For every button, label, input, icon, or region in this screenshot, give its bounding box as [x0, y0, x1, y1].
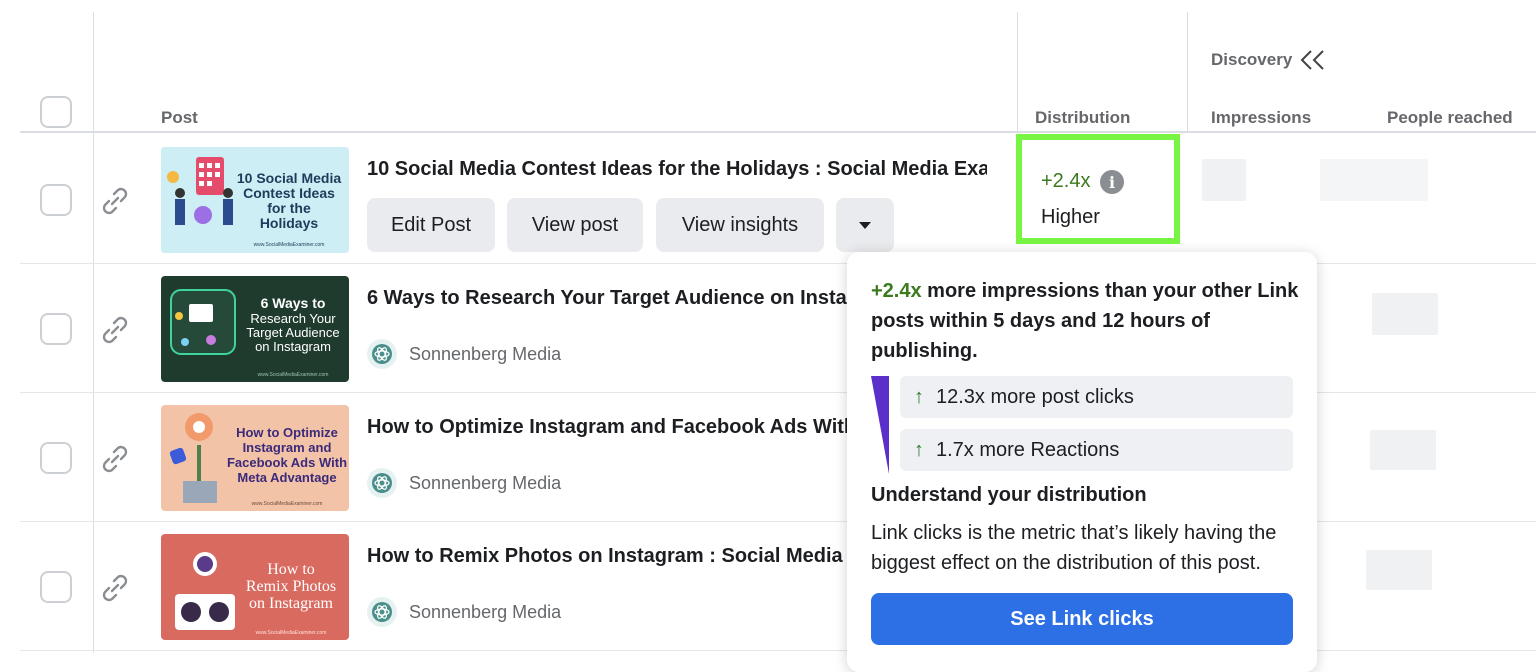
people-reached-value [1320, 159, 1428, 201]
thumbnail-text: How to [267, 561, 315, 578]
people-reached-value [1366, 550, 1432, 590]
metric-reactions: ↑ 1.7x more Reactions [900, 429, 1293, 471]
distribution-popover: +2.4x more impressions than your other L… [847, 252, 1317, 672]
row-checkbox[interactable] [40, 571, 72, 603]
edit-post-button[interactable]: Edit Post [367, 198, 495, 252]
page-logo-icon [367, 468, 397, 498]
column-header-people-reached[interactable]: People reached [1387, 108, 1513, 128]
post-title[interactable]: 6 Ways to Research Your Target Audience … [367, 287, 849, 310]
thumbnail-text: on Instagram [255, 339, 331, 354]
column-header-distribution[interactable]: Distribution [1035, 108, 1130, 128]
distribution-label: Higher [1041, 206, 1100, 228]
column-divider [1187, 12, 1188, 132]
column-group-discovery: Discovery [1211, 50, 1293, 69]
see-link-clicks-button[interactable]: See Link clicks [871, 593, 1293, 645]
thumbnail-text: on Instagram [249, 595, 334, 612]
column-divider [1017, 12, 1018, 132]
thumbnail-text: Meta Advantage [237, 470, 336, 485]
thumbnail-text: Facebook Ads With [227, 455, 347, 470]
thumbnail-url: www.SocialMediaExaminer.com [252, 501, 323, 507]
thumbnail-text: 6 Ways to [261, 295, 326, 311]
metric-label: 1.7x more Reactions [936, 438, 1120, 461]
row-checkbox[interactable] [40, 184, 72, 216]
column-header-impressions[interactable]: Impressions [1211, 108, 1311, 128]
link-icon [98, 571, 132, 605]
row-checkbox[interactable] [40, 442, 72, 474]
link-icon [98, 442, 132, 476]
link-icon [98, 313, 132, 347]
info-icon[interactable]: i [1100, 170, 1124, 194]
popover-summary: +2.4x more impressions than your other L… [871, 276, 1301, 366]
metric-label: 12.3x more post clicks [936, 385, 1134, 408]
double-chevron-left-icon[interactable] [1298, 48, 1328, 72]
link-icon [98, 184, 132, 218]
post-title[interactable]: How to Remix Photos on Instagram : Socia… [367, 545, 849, 568]
caret-down-icon [857, 214, 873, 237]
thumbnail-text: Target Audience [246, 325, 339, 340]
view-post-button[interactable]: View post [507, 198, 643, 252]
arrow-up-icon: ↑ [914, 385, 924, 408]
popover-heading: Understand your distribution [871, 484, 1147, 506]
view-insights-button[interactable]: View insights [656, 198, 824, 252]
people-reached-value [1370, 430, 1436, 470]
popover-highlight: +2.4x [871, 280, 922, 302]
thumbnail-text: Instagram and [243, 440, 332, 455]
thumbnail-text: Contest Ideas [243, 185, 335, 201]
page-logo-icon [367, 597, 397, 627]
post-thumbnail[interactable]: 6 Ways to Research Your Target Audience … [161, 276, 349, 382]
thumbnail-text: for the [267, 200, 311, 216]
post-thumbnail[interactable]: How to Optimize Instagram and Facebook A… [161, 405, 349, 511]
page-name[interactable]: Sonnenberg Media [409, 473, 561, 494]
page-name[interactable]: Sonnenberg Media [409, 602, 561, 623]
thumbnail-text: Holidays [260, 215, 319, 231]
post-title[interactable]: How to Optimize Instagram and Facebook A… [367, 416, 849, 439]
select-all-checkbox[interactable] [40, 96, 72, 128]
page-logo-icon [367, 339, 397, 369]
post-title[interactable]: 10 Social Media Contest Ideas for the Ho… [367, 158, 987, 181]
popover-body: Link clicks is the metric that’s likely … [871, 522, 1277, 574]
distribution-bar [871, 376, 889, 474]
page-attribution: Sonnenberg Media [367, 339, 561, 369]
page-name[interactable]: Sonnenberg Media [409, 344, 561, 365]
post-thumbnail[interactable]: 10 Social Media Contest Ideas for the Ho… [161, 147, 349, 253]
thumbnail-text: Remix Photos [246, 578, 336, 595]
thumbnail-text: How to Optimize [236, 425, 338, 440]
metric-post-clicks: ↑ 12.3x more post clicks [900, 376, 1293, 418]
page-attribution: Sonnenberg Media [367, 468, 561, 498]
row-checkbox[interactable] [40, 313, 72, 345]
thumbnail-url: www.SocialMediaExaminer.com [258, 372, 329, 378]
page-attribution: Sonnenberg Media [367, 597, 561, 627]
distribution-value[interactable]: +2.4x [1041, 170, 1090, 193]
people-reached-value [1372, 293, 1438, 335]
thumbnail-url: www.SocialMediaExaminer.com [254, 242, 325, 248]
thumbnail-text: 10 Social Media [237, 170, 341, 186]
column-header-post[interactable]: Post [161, 108, 198, 128]
thumbnail-text: Research Your [250, 311, 336, 326]
impressions-value [1202, 159, 1246, 201]
popover-summary-text: more impressions than your other Link po… [871, 280, 1299, 362]
thumbnail-url: www.SocialMediaExaminer.com [256, 630, 327, 636]
arrow-up-icon: ↑ [914, 438, 924, 461]
header-divider [20, 131, 1536, 133]
column-divider [93, 12, 94, 653]
more-options-button[interactable] [836, 198, 894, 252]
post-thumbnail[interactable]: How to Remix Photos on Instagram www.Soc… [161, 534, 349, 640]
